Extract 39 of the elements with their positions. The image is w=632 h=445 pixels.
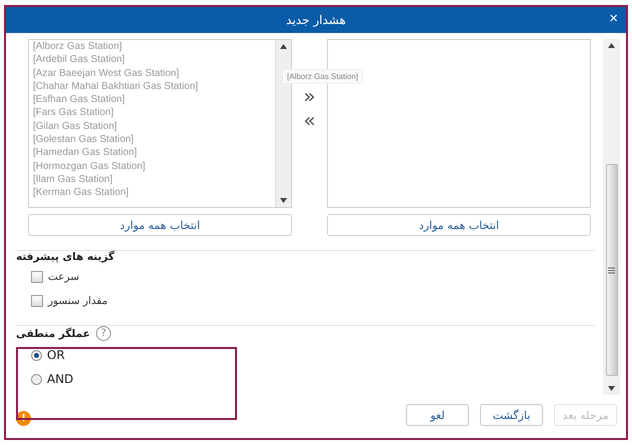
footer-button[interactable]: بازگشت [480, 404, 543, 426]
checkbox[interactable] [31, 295, 43, 307]
radio-button[interactable] [31, 350, 42, 360]
window-title: هشدار جدید [286, 13, 346, 27]
list-item[interactable]: [Esfhan Gas Station] [33, 93, 271, 106]
scroll-thumb[interactable] [606, 164, 618, 376]
section-title: گزینه های پیشرفته [16, 251, 114, 263]
radio-label: OR [47, 348, 65, 362]
scrollbar[interactable] [603, 39, 620, 395]
checkbox-label: مقدار سنسور [48, 295, 108, 307]
help-icon[interactable]: ? [96, 326, 111, 341]
scroll-up-icon[interactable] [608, 43, 615, 48]
close-button[interactable]: × [607, 11, 620, 27]
list-item[interactable]: [Hamedan Gas Station] [33, 146, 271, 160]
list-item[interactable]: [Alborz Gas Station] [33, 40, 271, 54]
scroll-up-icon[interactable] [280, 44, 287, 49]
list-item[interactable]: [Gilan Gas Station] [33, 120, 271, 134]
list-box[interactable] [327, 39, 591, 208]
radio-label: AND [47, 372, 74, 386]
section-title: عملگر منطقی [16, 328, 90, 340]
radio-button[interactable] [31, 374, 42, 384]
move-right-button[interactable]: » [299, 85, 320, 107]
move-left-button[interactable]: « [299, 109, 320, 131]
list-item[interactable]: [Fars Gas Station] [33, 106, 271, 120]
scroll-down-icon[interactable] [608, 386, 615, 391]
list-item[interactable]: [Kerman Gas Station] [33, 186, 271, 200]
scroll-down-icon[interactable] [280, 198, 287, 203]
list-item[interactable]: [Hormozgan Gas Station] [33, 160, 271, 173]
list-item[interactable]: [Ilam Gas Station] [33, 172, 271, 186]
drag-tooltip: [Alborz Gas Station] [282, 69, 364, 84]
list-item[interactable]: [Chahar Mahal Bakhtiari Gas Station] [33, 80, 271, 94]
list-item[interactable]: [Azar Baeejan West Gas Station] [33, 66, 271, 80]
footer-button[interactable]: لغو [406, 404, 469, 426]
checkbox[interactable] [31, 271, 43, 283]
select-all-button[interactable]: انتخاب همه موارد [327, 214, 591, 236]
select-all-button[interactable]: انتخاب همه موارد [28, 214, 292, 236]
list-item[interactable]: [Golestan Gas Station] [33, 133, 271, 146]
checkbox-label: سرعت [48, 271, 80, 283]
list-item[interactable]: [Ardebil Gas Station] [33, 53, 271, 67]
